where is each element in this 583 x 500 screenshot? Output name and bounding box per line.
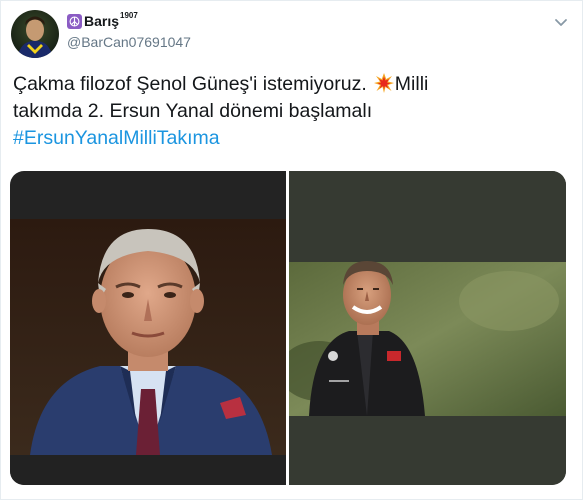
user-handle[interactable]: @BarCan07691047: [67, 34, 191, 50]
media-grid: [10, 171, 566, 485]
tweet-text: Çakma filozof Şenol Güneş'i istemiyoruz.…: [13, 71, 573, 152]
photo-left[interactable]: [10, 171, 286, 485]
photo-right[interactable]: [279, 171, 566, 485]
portrait-man-suit-photo: [10, 171, 286, 485]
avatar[interactable]: [11, 10, 59, 58]
tweet-card: Barış 1907 @BarCan07691047 Çakma filozof…: [0, 0, 583, 500]
hashtag-link[interactable]: #ErsunYanalMilliTakıma: [13, 125, 573, 152]
display-name-superscript: 1907: [120, 10, 138, 20]
display-name: Barış: [84, 13, 120, 29]
tweet-text-part: Çakma filozof Şenol Güneş'i istemiyoruz.: [13, 73, 367, 95]
tweet-text-part: Milli: [394, 73, 429, 95]
avatar-photo: [11, 10, 59, 58]
user-name-row[interactable]: Barış 1907: [67, 10, 138, 30]
chevron-down-icon[interactable]: [554, 15, 568, 26]
peace-sign-icon: [67, 13, 82, 29]
collision-icon: [373, 73, 394, 93]
tweet-text-line-1: Çakma filozof Şenol Güneş'i istemiyoruz.…: [13, 71, 573, 98]
man-training-jacket-photo: [279, 171, 566, 485]
tweet-text-line-2: takımda 2. Ersun Yanal dönemi başlamalı: [13, 100, 373, 122]
